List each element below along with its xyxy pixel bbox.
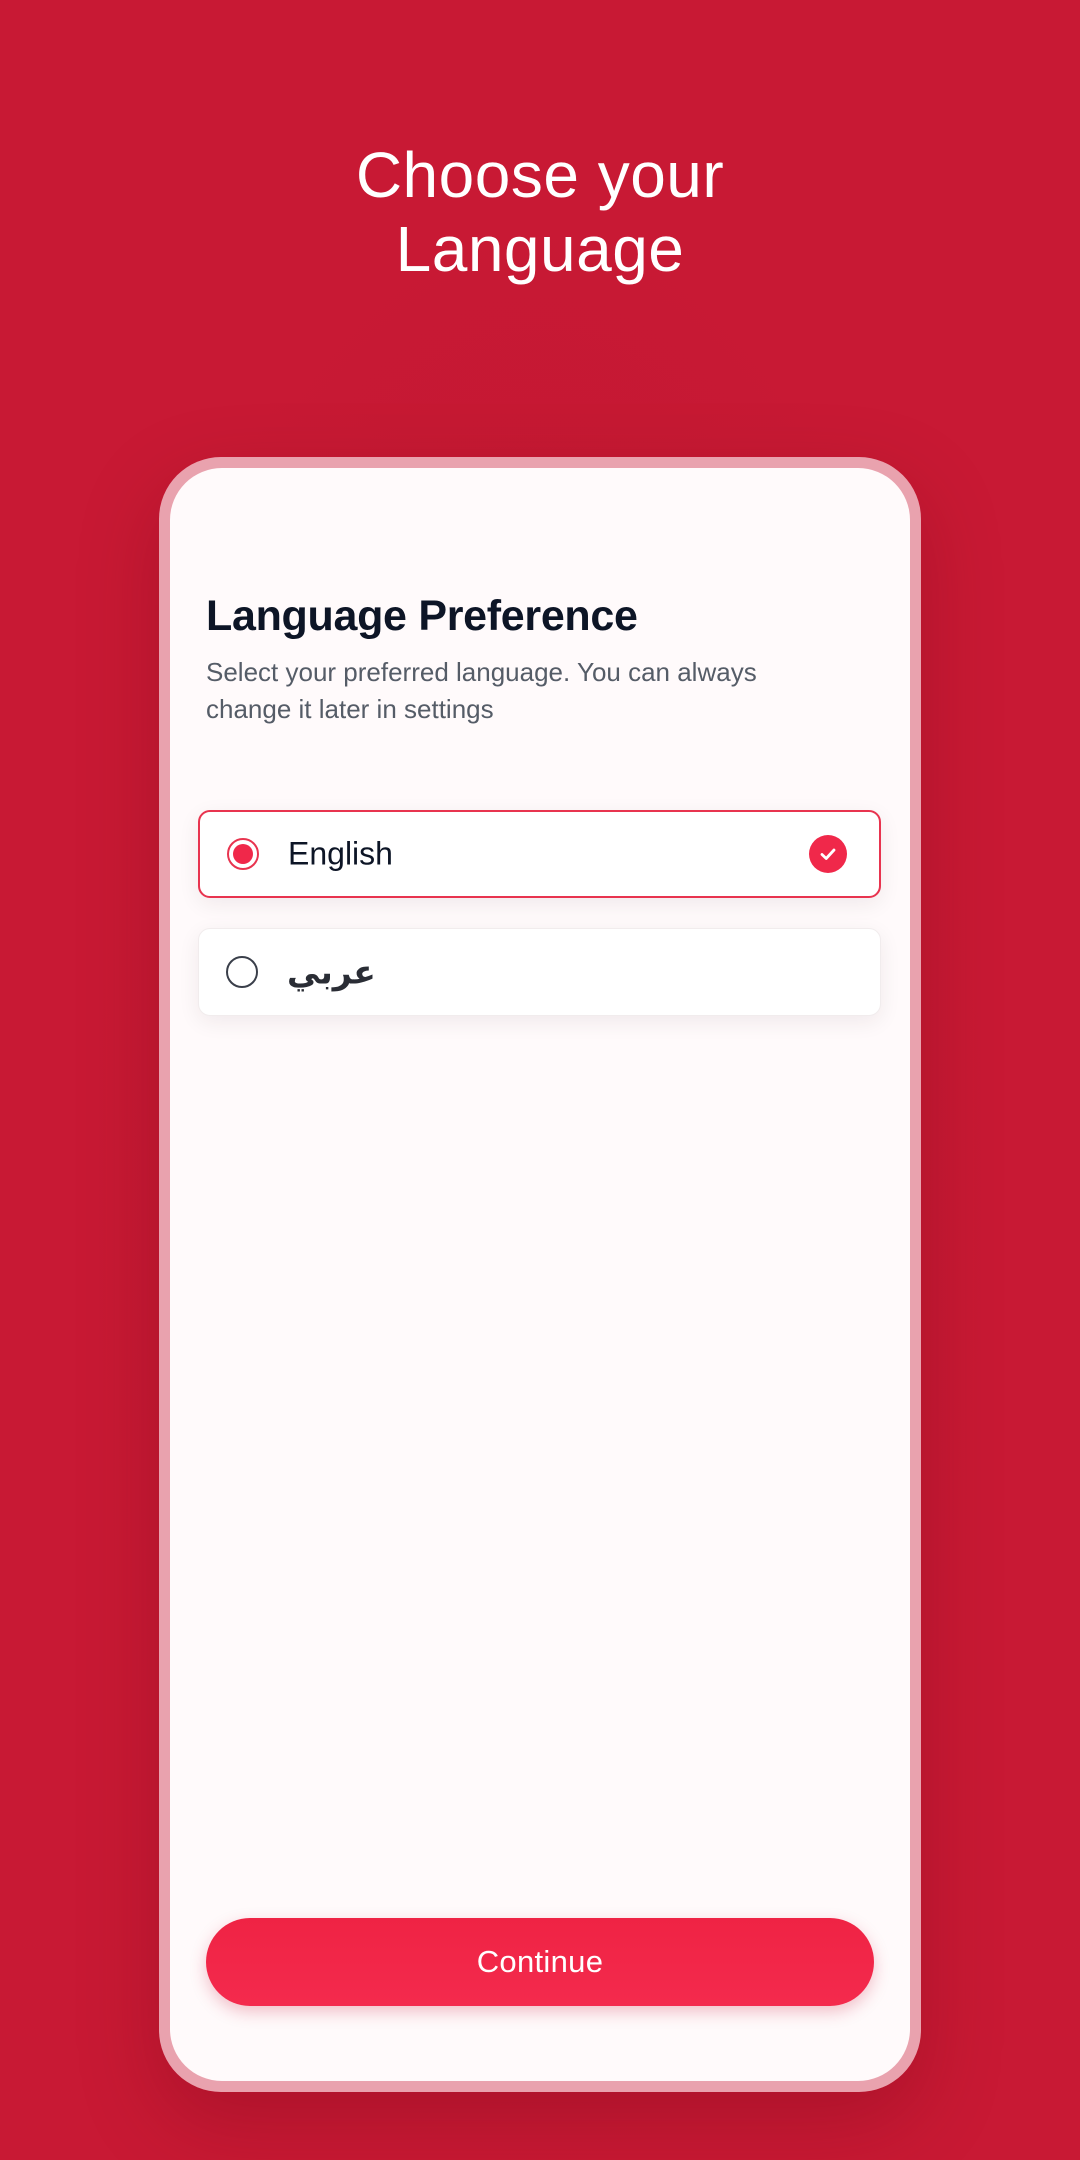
page-title-line-2: Language	[395, 213, 685, 285]
device-frame: Language Preference Select your preferre…	[159, 457, 921, 2092]
language-card: Language Preference Select your preferre…	[170, 468, 910, 2081]
check-circle-icon	[809, 835, 847, 873]
continue-button[interactable]: Continue	[206, 1918, 874, 2006]
language-option-label: عربي	[287, 953, 376, 991]
language-option-arabic[interactable]: عربي	[198, 928, 881, 1016]
card-subtitle: Select your preferred language. You can …	[206, 657, 757, 724]
radio-unselected-icon[interactable]	[226, 956, 258, 988]
card-title: Language Preference	[206, 592, 638, 640]
page-title: Choose your Language	[0, 138, 1080, 286]
page-title-line-1: Choose your	[355, 139, 725, 211]
language-option-english[interactable]: English	[198, 810, 881, 898]
language-option-label: English	[288, 835, 393, 872]
radio-selected-icon[interactable]	[227, 838, 259, 870]
